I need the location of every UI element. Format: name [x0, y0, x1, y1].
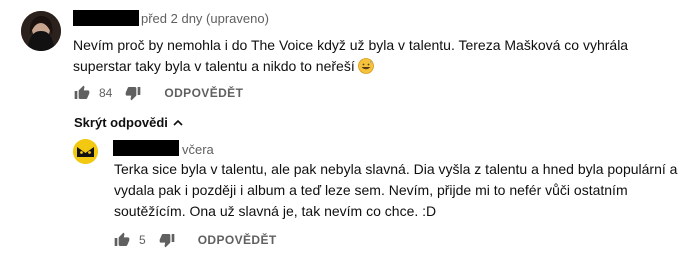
- comment-text-line: Nevím proč by nemohla i do The Voice kdy…: [73, 37, 629, 53]
- thumbs-down-icon: [159, 232, 175, 248]
- reply-text-line: soutěžícím. Ona už slavná je, tak nevím …: [114, 203, 437, 219]
- reply-like-button[interactable]: [114, 232, 130, 248]
- reply-reply-button[interactable]: ODPOVĚDĚT: [198, 233, 277, 247]
- reply-button[interactable]: ODPOVĚDĚT: [164, 86, 243, 100]
- dislike-button[interactable]: [125, 85, 141, 101]
- replier-name-redacted[interactable]: [113, 140, 179, 156]
- like-count: 84: [99, 86, 113, 100]
- chevron-up-icon: [172, 117, 184, 129]
- comment-text-line-2: superstar taky byla v talentu a nikdo to…: [73, 56, 673, 77]
- comment-text: Nevím proč by nemohla i do The Voice kdy…: [73, 35, 673, 77]
- reply-text-line: Terka sice byla v talentu, ale pak nebyl…: [114, 161, 678, 177]
- replier-avatar[interactable]: [73, 139, 98, 164]
- comment-actions: 84 ODPOVĚDĚT: [74, 85, 243, 101]
- hide-replies-label: Skrýt odpovědi: [74, 115, 168, 130]
- thumbs-up-icon: [74, 85, 90, 101]
- like-button[interactable]: [74, 85, 90, 101]
- thumbs-down-icon: [125, 85, 141, 101]
- comment-timestamp[interactable]: před 2 dny (upraveno): [141, 11, 269, 26]
- commenter-name-redacted[interactable]: [73, 10, 139, 26]
- grinning-sweat-face-emoji: [357, 58, 374, 74]
- reply-timestamp[interactable]: včera: [182, 142, 214, 157]
- reply-actions: 5 ODPOVĚDĚT: [114, 232, 277, 248]
- hide-replies-toggle[interactable]: Skrýt odpovědi: [74, 115, 184, 130]
- commenter-avatar[interactable]: [21, 11, 61, 51]
- thumbs-up-icon: [114, 232, 130, 248]
- reply-text-line: vydala pak i později i album a teď leze …: [114, 182, 628, 198]
- reply-dislike-button[interactable]: [159, 232, 175, 248]
- reply-text: Terka sice byla v talentu, ale pak nebyl…: [114, 159, 684, 222]
- reply-like-count: 5: [139, 233, 146, 247]
